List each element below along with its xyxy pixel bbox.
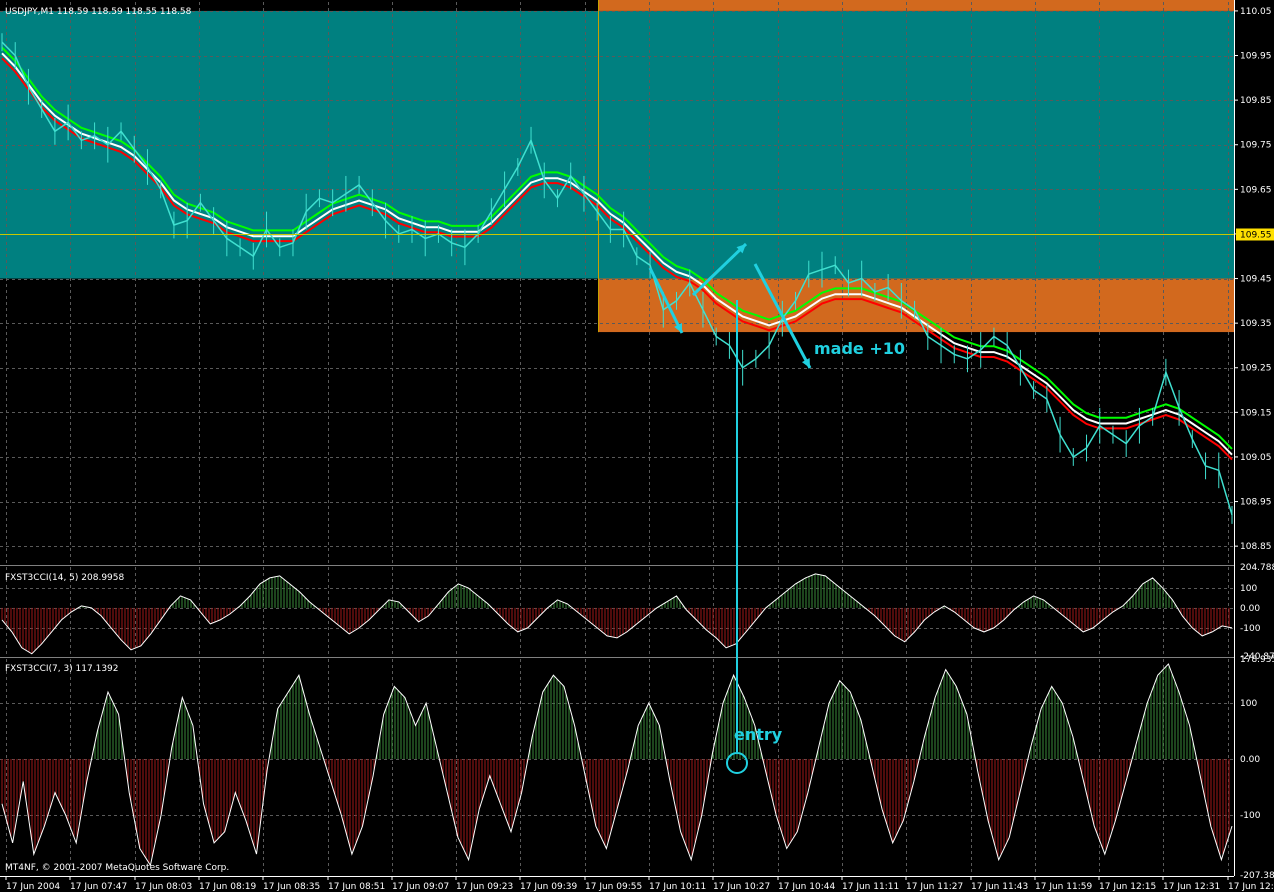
copyright-label: MT4NF, © 2001-2007 MetaQuotes Software C…: [5, 863, 229, 873]
cci14-label: FXST3CCI(14, 5) 208.9958: [5, 573, 125, 583]
time-tick-label: 17 Jun 09:07: [392, 882, 449, 892]
time-tick-label: 17 Jun 08:35: [263, 882, 320, 892]
made-annotation: made +10: [814, 339, 905, 358]
symbol-label: USDJPY,M1 118.59 118.59 118.55 118.58: [5, 7, 192, 17]
time-tick-label: 17 Jun 10:44: [778, 882, 835, 892]
price-tick-label: 109.15: [1240, 408, 1272, 418]
time-tick-label: 17 Jun 07:47: [70, 882, 127, 892]
time-tick-label: 17 Jun 08:19: [199, 882, 256, 892]
price-tick-label: 109.85: [1240, 96, 1272, 106]
time-tick-label: 17 Jun 11:59: [1035, 882, 1092, 892]
cci7-tick-label: 178.9353: [1240, 655, 1274, 665]
price-tick-label: 109.65: [1240, 185, 1272, 195]
price-tick-label: 110.05: [1240, 7, 1272, 17]
time-tick-label: 17 Jun 12:47: [1228, 882, 1274, 892]
price-tick-label: 109.95: [1240, 52, 1272, 62]
time-tick-label: 17 Jun 09:23: [456, 882, 513, 892]
zone-orange-1: [598, 0, 1234, 11]
time-tick-label: 17 Jun 12:31: [1163, 882, 1220, 892]
current-price-label: 109.55: [1240, 231, 1272, 241]
mt4-chart-window[interactable]: made +10 entry 110.05 109.95 109.85 109.75 1…: [0, 0, 1274, 892]
cci14-tick-label: 0.00: [1240, 604, 1260, 614]
price-tick-label: 109.75: [1240, 141, 1272, 151]
cci7-label: FXST3CCI(7, 3) 117.1392: [5, 664, 119, 674]
time-tick-label: 17 Jun 10:27: [713, 882, 770, 892]
cci7-tick-label: 100: [1240, 699, 1257, 709]
time-tick-label: 17 Jun 09:39: [520, 882, 577, 892]
zone-teal-0: [0, 10, 1234, 279]
price-tick-label: 109.25: [1240, 364, 1272, 374]
price-tick-label: 109.35: [1240, 319, 1272, 329]
time-tick-label: 17 Jun 12:15: [1099, 882, 1156, 892]
time-tick-label: 17 Jun 09:55: [585, 882, 642, 892]
cci14-tick-label: 204.7883: [1240, 563, 1274, 573]
cci7-tick-label: -207.3821: [1240, 871, 1274, 881]
price-tick-label: 108.95: [1240, 498, 1272, 508]
time-tick-label: 17 Jun 10:11: [649, 882, 706, 892]
cci7-tick-label: -100: [1240, 811, 1261, 821]
time-tick-label: 17 Jun 08:03: [135, 882, 192, 892]
time-tick-label: 17 Jun 11:43: [971, 882, 1028, 892]
price-tick-label: 109.05: [1240, 453, 1272, 463]
time-tick-label: 17 Jun 2004: [6, 882, 60, 892]
time-tick-label: 17 Jun 11:11: [842, 882, 899, 892]
cci14-tick-label: 100: [1240, 584, 1257, 594]
time-tick-label: 17 Jun 11:27: [906, 882, 963, 892]
price-tick-label: 108.85: [1240, 542, 1272, 552]
time-tick-label: 17 Jun 08:51: [328, 882, 385, 892]
zone-orange-2: [598, 278, 1234, 333]
price-tick-label: 109.45: [1240, 275, 1272, 285]
entry-label: entry: [734, 725, 783, 744]
cci14-tick-label: -100: [1240, 624, 1261, 634]
cci7-tick-label: 0.00: [1240, 755, 1260, 765]
